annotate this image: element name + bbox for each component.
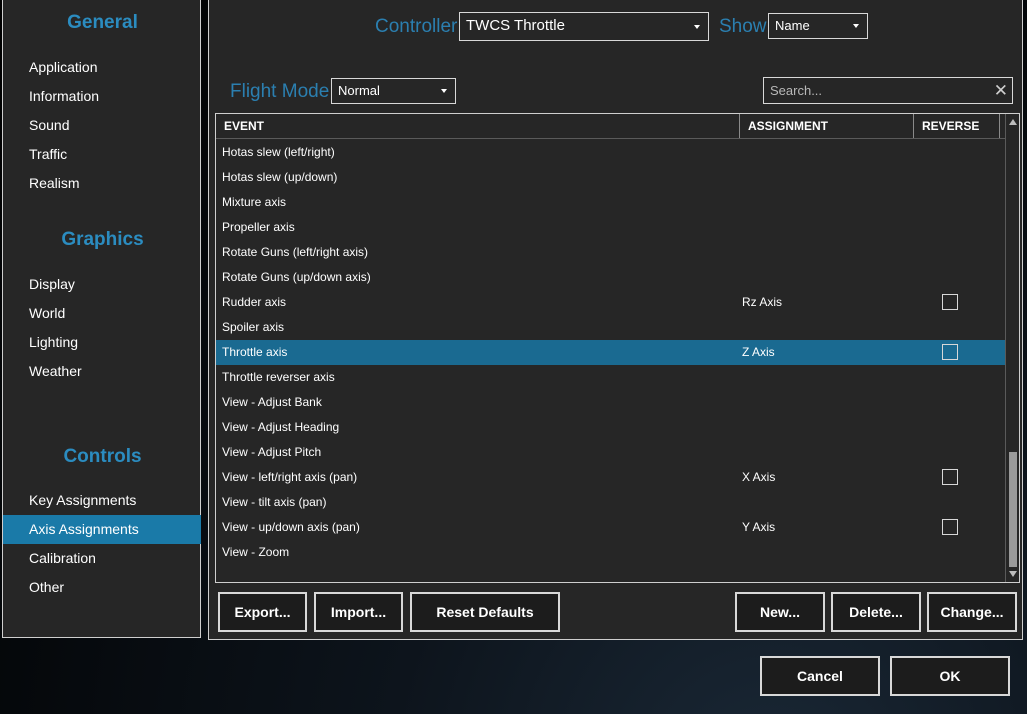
event-cell: Hotas slew (left/right)	[222, 145, 335, 159]
table-header: EVENT ASSIGNMENT REVERSE	[216, 114, 1006, 139]
event-cell: View - Adjust Pitch	[222, 445, 322, 459]
reverse-checkbox[interactable]	[942, 469, 958, 485]
chevron-down-icon	[441, 89, 447, 93]
scrollbar-thumb[interactable]	[1009, 452, 1017, 567]
section-title-graphics: Graphics	[61, 229, 144, 250]
sidebar-item-key-assignments[interactable]: Key Assignments	[3, 486, 201, 515]
flight-mode-label: Flight Mode	[230, 81, 330, 102]
event-cell: Rotate Guns (left/right axis)	[222, 245, 369, 259]
assignment-cell: X Axis	[742, 470, 776, 484]
cancel-button[interactable]: Cancel	[760, 656, 880, 696]
event-cell: Throttle reverser axis	[222, 370, 335, 384]
sidebar-item-axis-assignments[interactable]: Axis Assignments	[3, 515, 201, 544]
search-input[interactable]: Search... ✕	[763, 77, 1013, 104]
event-cell: Spoiler axis	[222, 320, 285, 334]
table-row[interactable]: View - Adjust Heading	[216, 415, 1005, 440]
table-row[interactable]: Throttle reverser axis	[216, 365, 1005, 390]
event-cell: View - Adjust Heading	[222, 420, 340, 434]
axis-assignments-panel: Controller TWCS Throttle Show Name Fligh…	[208, 0, 1023, 640]
sidebar-item-realism[interactable]: Realism	[3, 169, 201, 198]
sidebar-item-calibration[interactable]: Calibration	[3, 544, 201, 573]
sidebar-item-information[interactable]: Information	[3, 82, 201, 111]
table-row[interactable]: Hotas slew (up/down)	[216, 165, 1005, 190]
settings-sidebar: General Application Information Sound Tr…	[2, 0, 201, 638]
chevron-down-icon	[853, 24, 859, 28]
table-row[interactable]: Rudder axis Rz Axis	[216, 290, 1005, 315]
assignment-cell: Rz Axis	[742, 295, 783, 309]
reverse-checkbox[interactable]	[942, 294, 958, 310]
sidebar-item-weather[interactable]: Weather	[3, 357, 201, 386]
assignment-cell: Y Axis	[742, 520, 776, 534]
table-row[interactable]: Propeller axis	[216, 215, 1005, 240]
axis-assignments-table: EVENT ASSIGNMENT REVERSE Hotas slew (lef…	[215, 113, 1020, 583]
event-cell: View - up/down axis (pan)	[222, 520, 360, 534]
event-cell: View - tilt axis (pan)	[222, 495, 327, 509]
table-scrollbar[interactable]	[1005, 114, 1019, 582]
show-dropdown[interactable]: Name	[768, 13, 868, 39]
section-title-general: General	[67, 12, 138, 33]
table-row[interactable]: View - Zoom	[216, 540, 1005, 565]
reverse-checkbox[interactable]	[942, 344, 958, 360]
table-row[interactable]: Rotate Guns (up/down axis)	[216, 265, 1005, 290]
section-title-controls: Controls	[63, 446, 142, 467]
controller-dropdown-value: TWCS Throttle	[466, 17, 565, 34]
table-row[interactable]: View - Adjust Bank	[216, 390, 1005, 415]
chevron-down-icon	[694, 24, 700, 29]
sidebar-item-other[interactable]: Other	[3, 573, 201, 602]
show-dropdown-value: Name	[775, 18, 810, 33]
table-row[interactable]: Spoiler axis	[216, 315, 1005, 340]
controller-dropdown[interactable]: TWCS Throttle	[459, 12, 709, 41]
column-header-event[interactable]: EVENT	[216, 114, 739, 138]
event-cell: Propeller axis	[222, 220, 295, 234]
event-cell: Hotas slew (up/down)	[222, 170, 338, 184]
event-cell: Mixture axis	[222, 195, 287, 209]
export-button[interactable]: Export...	[218, 592, 307, 632]
event-cell: Rudder axis	[222, 295, 287, 309]
sidebar-item-lighting[interactable]: Lighting	[3, 328, 201, 357]
sidebar-item-application[interactable]: Application	[3, 53, 201, 82]
table-row[interactable]: View - left/right axis (pan) X Axis	[216, 465, 1005, 490]
change-button[interactable]: Change...	[927, 592, 1017, 632]
flight-mode-dropdown[interactable]: Normal	[331, 78, 456, 104]
clear-search-icon[interactable]: ✕	[994, 78, 1008, 103]
show-label: Show	[719, 16, 767, 37]
event-cell: View - Zoom	[222, 545, 290, 559]
scroll-down-icon[interactable]	[1009, 571, 1017, 577]
table-row[interactable]: Throttle axis Z Axis	[216, 340, 1005, 365]
column-header-assignment[interactable]: ASSIGNMENT	[739, 114, 913, 138]
table-row[interactable]: View - up/down axis (pan) Y Axis	[216, 515, 1005, 540]
ok-button[interactable]: OK	[890, 656, 1010, 696]
column-header-reverse[interactable]: REVERSE	[913, 114, 999, 138]
delete-button[interactable]: Delete...	[831, 592, 921, 632]
sidebar-item-display[interactable]: Display	[3, 270, 201, 299]
controller-label: Controller	[375, 16, 458, 37]
flight-mode-dropdown-value: Normal	[338, 83, 380, 98]
reset-defaults-button[interactable]: Reset Defaults	[410, 592, 560, 632]
sidebar-item-world[interactable]: World	[3, 299, 201, 328]
import-button[interactable]: Import...	[314, 592, 403, 632]
event-cell: Throttle axis	[222, 345, 288, 359]
scroll-up-icon[interactable]	[1009, 119, 1017, 125]
reverse-checkbox[interactable]	[942, 519, 958, 535]
sidebar-item-sound[interactable]: Sound	[3, 111, 201, 140]
table-row[interactable]: Mixture axis	[216, 190, 1005, 215]
sidebar-item-traffic[interactable]: Traffic	[3, 140, 201, 169]
table-row[interactable]: Rotate Guns (left/right axis)	[216, 240, 1005, 265]
assignment-cell: Z Axis	[742, 345, 775, 359]
event-cell: Rotate Guns (up/down axis)	[222, 270, 371, 284]
table-row[interactable]: Hotas slew (left/right)	[216, 140, 1005, 165]
table-row[interactable]: View - tilt axis (pan)	[216, 490, 1005, 515]
event-cell: View - left/right axis (pan)	[222, 470, 358, 484]
event-cell: View - Adjust Bank	[222, 395, 322, 409]
table-row[interactable]: View - Adjust Pitch	[216, 440, 1005, 465]
new-button[interactable]: New...	[735, 592, 825, 632]
search-placeholder: Search...	[770, 83, 823, 98]
